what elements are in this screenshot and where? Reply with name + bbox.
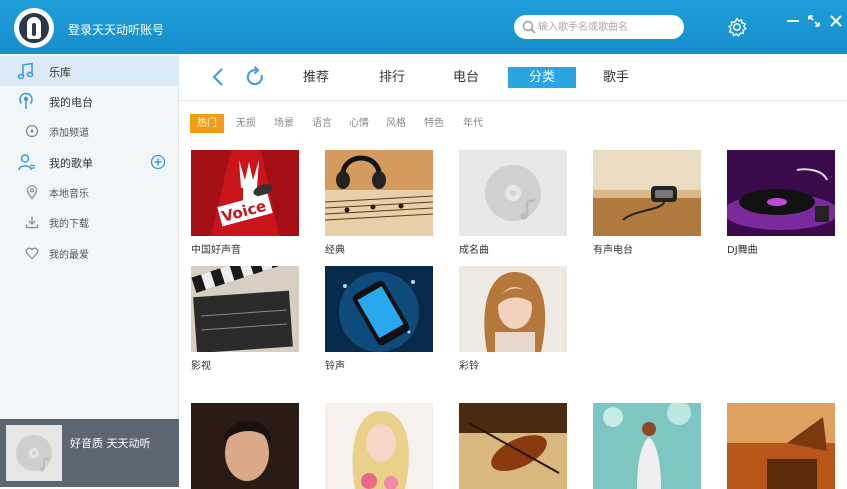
color-ringback-thumbnail[interactable]: [459, 266, 567, 352]
card-label: 有声电台: [593, 245, 633, 256]
card-label: 铃声: [325, 361, 345, 372]
sidebar: 乐库 我的电台 添加频道 我的歌单 本地音乐 我的下载 我的最爱 好音质 天天动…: [0, 54, 179, 487]
sidebar-item-favorites[interactable]: 我的最爱: [0, 238, 179, 268]
card-label: 彩铃: [459, 361, 479, 372]
minimize-icon[interactable]: [784, 12, 802, 30]
card-label: 影视: [191, 361, 211, 372]
sidebar-item-label: 我的电台: [49, 96, 93, 109]
download-icon: [25, 216, 39, 229]
filter-scene[interactable]: 场景: [270, 114, 298, 133]
tab-categories[interactable]: 分类: [508, 67, 576, 88]
top-navigation: 推荐 排行 电台 分类 歌手: [180, 54, 847, 101]
dj-turntable-thumbnail[interactable]: [727, 150, 835, 236]
settings-gear-icon[interactable]: [725, 15, 749, 39]
clapperboard-thumbnail[interactable]: [191, 266, 299, 352]
classic-sheet-music-thumbnail[interactable]: [325, 150, 433, 236]
sidebar-item-downloads[interactable]: 我的下载: [0, 207, 179, 237]
card-label: 中国好声音: [191, 245, 241, 256]
tab-recommend[interactable]: 推荐: [294, 67, 338, 88]
tab-singers[interactable]: 歌手: [594, 67, 638, 88]
card-label: 成名曲: [459, 245, 489, 256]
card-label: 经典: [325, 245, 345, 256]
filter-feature[interactable]: 特色: [420, 114, 448, 133]
sidebar-item-label: 添加频道: [49, 128, 89, 139]
user-icon: [18, 154, 35, 171]
sidebar-item-my-playlists[interactable]: 我的歌单: [0, 147, 179, 177]
radio-icon: [19, 92, 33, 109]
sidebar-item-label: 我的下载: [49, 219, 89, 230]
filter-style[interactable]: 风格: [382, 114, 410, 133]
violin-thumbnail[interactable]: [459, 403, 567, 489]
ringtone-phone-thumbnail[interactable]: [325, 266, 433, 352]
search-box[interactable]: [514, 15, 684, 39]
back-arrow-icon[interactable]: [206, 64, 232, 90]
title-bar: 登录天天动听账号: [0, 0, 847, 54]
disc-placeholder-thumbnail[interactable]: [459, 150, 567, 236]
main-content: 推荐 排行 电台 分类 歌手 热门 无损 场景 语言 心情 风格 特色 年代 V…: [180, 54, 847, 489]
login-link[interactable]: 登录天天动听账号: [68, 21, 164, 38]
sidebar-item-add-channel[interactable]: 添加频道: [0, 116, 179, 146]
search-input[interactable]: [538, 19, 678, 35]
refresh-icon[interactable]: [242, 64, 268, 90]
microphone-thumbnail[interactable]: [593, 150, 701, 236]
location-pin-icon: [26, 185, 38, 200]
sidebar-item-label: 乐库: [49, 66, 71, 79]
blonde-singer-thumbnail[interactable]: [325, 403, 433, 489]
filter-mood[interactable]: 心情: [345, 114, 373, 133]
add-channel-icon: [25, 124, 39, 138]
sidebar-item-my-radio[interactable]: 我的电台: [0, 86, 179, 116]
sidebar-item-library[interactable]: 乐库: [0, 56, 179, 86]
close-icon[interactable]: [827, 12, 845, 30]
add-playlist-icon[interactable]: [150, 154, 166, 170]
music-note-icon: [17, 62, 34, 80]
filter-lossless[interactable]: 无损: [232, 114, 260, 133]
filter-era[interactable]: 年代: [459, 114, 487, 133]
sidebar-item-label: 我的最爱: [49, 250, 89, 261]
heart-icon: [25, 247, 39, 260]
now-playing-bar[interactable]: 好音质 天天动听: [0, 419, 179, 487]
tab-radio[interactable]: 电台: [444, 67, 488, 88]
filter-language[interactable]: 语言: [308, 114, 336, 133]
restore-icon[interactable]: [805, 12, 823, 30]
now-playing-text: 好音质 天天动听: [70, 437, 151, 450]
male-singer-thumbnail[interactable]: [191, 403, 299, 489]
sidebar-item-local-music[interactable]: 本地音乐: [0, 177, 179, 207]
gramophone-thumbnail[interactable]: [727, 403, 835, 489]
album-cover-placeholder-icon[interactable]: [6, 425, 62, 481]
card-label: DJ舞曲: [727, 245, 758, 256]
voice-china-thumbnail[interactable]: Voice: [191, 150, 299, 236]
filter-hot[interactable]: 热门: [190, 114, 224, 133]
girl-forest-thumbnail[interactable]: [593, 403, 701, 489]
sidebar-item-label: 本地音乐: [49, 189, 89, 200]
search-icon[interactable]: [521, 19, 537, 35]
sidebar-item-label: 我的歌单: [49, 157, 93, 170]
app-logo-icon[interactable]: [14, 8, 54, 48]
tab-rankings[interactable]: 排行: [370, 67, 414, 88]
